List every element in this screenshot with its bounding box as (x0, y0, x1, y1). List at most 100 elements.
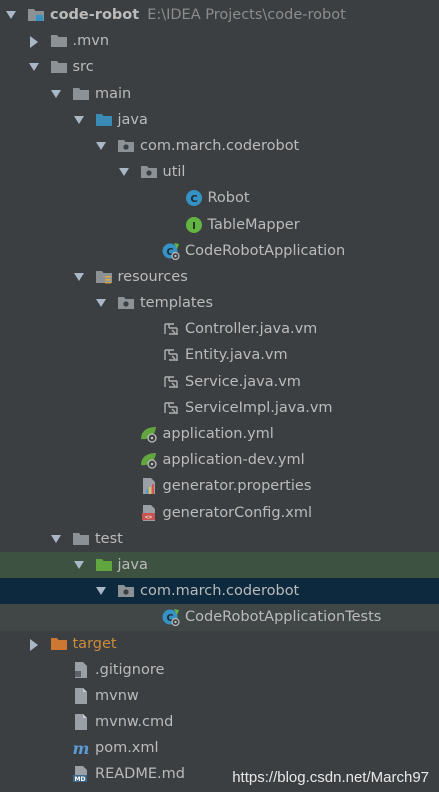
chevron-down-icon[interactable] (118, 159, 130, 185)
tree-item-mvn[interactable]: .mvn (0, 28, 439, 54)
chevron-down-icon[interactable] (73, 264, 85, 290)
tree-item-entity-vm[interactable]: Entity.java.vm (0, 342, 439, 368)
chevron-right-icon[interactable] (29, 631, 41, 657)
tree-item-application-yml[interactable]: application.yml (0, 421, 439, 447)
tree-item-label: mvnw (95, 683, 139, 709)
velocity-file-icon (162, 373, 180, 391)
chevron-down-icon[interactable] (28, 54, 40, 80)
tree-item-coderobotapplicationtests[interactable]: C CodeRobotApplicationTests (0, 604, 439, 631)
tree-item-text: Service.java.vm (185, 373, 301, 390)
chevron-down-icon[interactable] (50, 526, 62, 552)
chevron-right-icon[interactable] (29, 28, 41, 54)
class-icon: C (185, 189, 203, 207)
tree-item-label: main (95, 81, 131, 107)
tree-item-text: src (72, 59, 94, 76)
chevron-down-icon[interactable] (95, 578, 107, 604)
tree-item-label: CodeRobotApplication (185, 238, 345, 264)
watermark-text: https://blog.csdn.net/March97 (232, 769, 429, 786)
tree-item-util[interactable]: util (0, 159, 439, 185)
tree-item-text: java (117, 556, 148, 573)
tree-item-label: com.march.coderobot (140, 578, 299, 604)
tree-item-label: mvnw.cmd (95, 709, 173, 735)
tree-item-serviceimpl-vm[interactable]: ServiceImpl.java.vm (0, 395, 439, 421)
tree-item-controller-vm[interactable]: Controller.java.vm (0, 316, 439, 342)
tree-item-tablemapper[interactable]: I TableMapper (0, 212, 439, 238)
tree-item-robot[interactable]: C Robot (0, 185, 439, 211)
tree-item-text: util (162, 164, 186, 181)
tree-item-label: templates (140, 290, 213, 316)
resources-folder-icon (95, 268, 113, 286)
svg-text:I: I (192, 221, 196, 232)
spring-class-icon: C (162, 242, 180, 260)
tree-item-text: ServiceImpl.java.vm (185, 399, 333, 416)
tree-item-templates[interactable]: templates (0, 290, 439, 316)
tree-item-label: code-robot E:\IDEA Projects\code-robot (50, 2, 346, 28)
tree-item-package-test[interactable]: com.march.coderobot (0, 578, 439, 605)
gitignore-file-icon (72, 661, 90, 679)
tree-item-text: application-dev.yml (162, 452, 305, 469)
chevron-down-icon[interactable] (95, 290, 107, 316)
folder-icon (50, 58, 68, 76)
tree-item-main-java[interactable]: java (0, 107, 439, 133)
chevron-down-icon[interactable] (50, 81, 62, 107)
spring-config-icon (140, 451, 158, 469)
velocity-file-icon (162, 320, 180, 338)
tree-item-text: application.yml (162, 426, 274, 442)
tree-item-text: main (95, 85, 132, 102)
tree-item-text: Controller.java.vm (185, 321, 318, 338)
chevron-down-icon[interactable] (95, 133, 107, 159)
tree-item-coderobotapplication[interactable]: C CodeRobotApplication (0, 238, 439, 264)
tree-item-main[interactable]: main (0, 81, 439, 107)
tree-item-text: templates (140, 295, 214, 312)
folder-icon (72, 530, 90, 548)
tree-item-label: README.md (95, 761, 185, 787)
tree-item-test[interactable]: test (0, 526, 439, 552)
tree-item-text: generator.properties (162, 478, 312, 495)
tree-item-src[interactable]: src (0, 54, 439, 80)
tree-item-label: Entity.java.vm (185, 342, 288, 368)
tree-item-label: Service.java.vm (185, 369, 301, 395)
spring-config-icon (140, 425, 158, 443)
test-folder-icon (95, 556, 113, 574)
tree-item-application-dev-yml[interactable]: application-dev.yml (0, 447, 439, 473)
tree-item-text: Robot (207, 190, 250, 207)
tree-item-text: .mvn (72, 33, 110, 50)
tree-item-mvnw[interactable]: mvnw (0, 683, 439, 709)
tree-item-generator-properties[interactable]: generator.properties (0, 473, 439, 499)
package-icon (117, 294, 135, 312)
tree-item-generatorconfig-xml[interactable]: <> generatorConfig.xml (0, 500, 439, 526)
project-path: E:\IDEA Projects\code-robot (147, 7, 346, 23)
tree-item-gitignore[interactable]: .gitignore (0, 657, 439, 683)
chevron-down-icon[interactable] (73, 107, 85, 133)
tree-item-label: generatorConfig.xml (163, 500, 312, 526)
tree-item-label: resources (118, 264, 188, 290)
svg-text:MD: MD (75, 776, 86, 783)
folder-icon (50, 32, 68, 50)
properties-file-icon (140, 477, 158, 495)
tree-item-label: java (118, 552, 148, 578)
tree-item-label: .gitignore (95, 657, 164, 683)
chevron-down-icon[interactable] (73, 552, 85, 578)
tree-item-text: generatorConfig.xml (162, 504, 312, 521)
tree-item-text: .gitignore (95, 661, 165, 678)
tree-item-package-main[interactable]: com.march.coderobot (0, 133, 439, 159)
tree-item-label: application.yml (163, 421, 274, 447)
spring-class-icon: C (162, 608, 180, 627)
package-icon (117, 582, 135, 600)
tree-item-label: test (95, 526, 123, 552)
tree-item-pom-xml[interactable]: m pom.xml (0, 735, 439, 761)
tree-item-test-java[interactable]: java (0, 551, 439, 579)
tree-item-text: README.md (95, 766, 185, 783)
tree-item-mvnw-cmd[interactable]: mvnw.cmd (0, 709, 439, 735)
interface-icon: I (185, 216, 203, 234)
package-icon (117, 137, 135, 155)
tree-item-resources[interactable]: resources (0, 264, 439, 290)
tree-item-target[interactable]: target (0, 631, 439, 657)
tree-item-label: ServiceImpl.java.vm (185, 395, 333, 421)
tree-item-text: CodeRobotApplication (185, 242, 346, 259)
tree-item-label: com.march.coderobot (140, 133, 299, 159)
tree-item-code-robot[interactable]: code-robot E:\IDEA Projects\code-robot (0, 2, 439, 28)
tree-item-text: code-robot (50, 7, 140, 23)
tree-item-service-vm[interactable]: Service.java.vm (0, 369, 439, 395)
chevron-down-icon[interactable] (5, 2, 17, 28)
